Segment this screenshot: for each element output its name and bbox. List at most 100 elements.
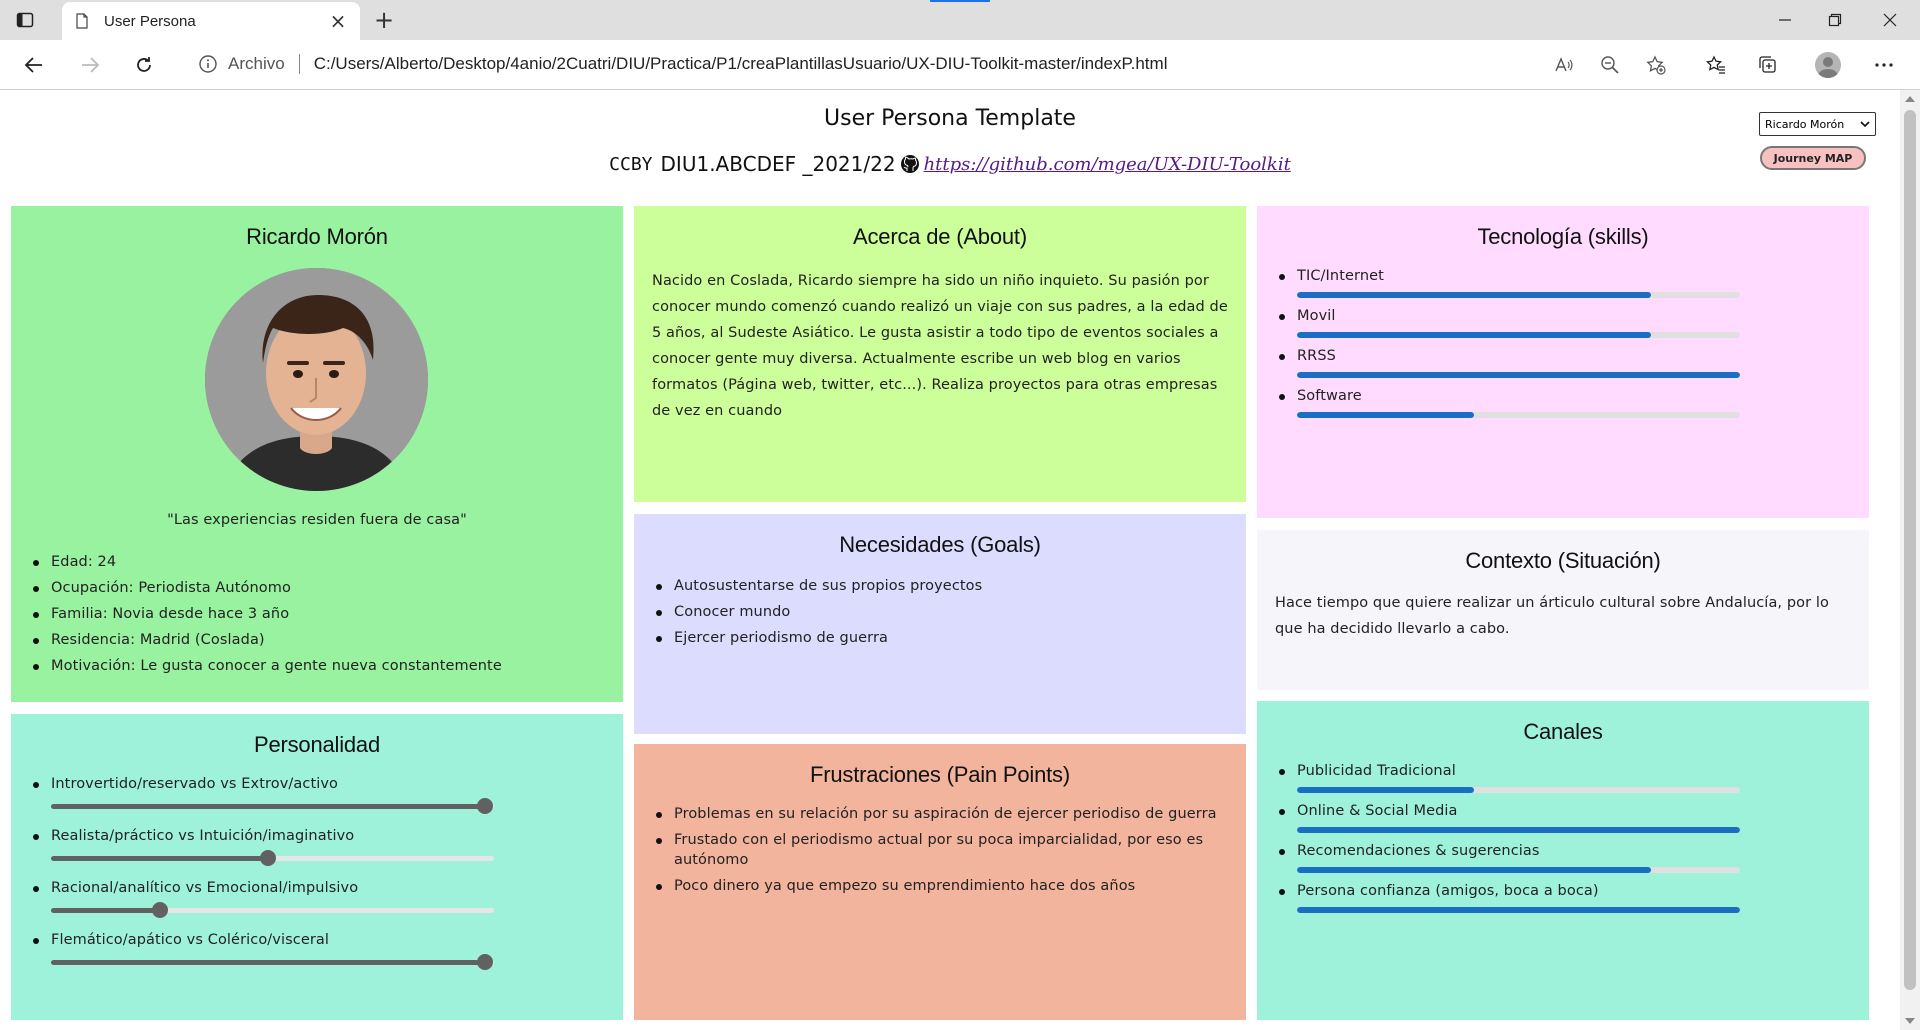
profile-detail-item: Ocupación: Periodista Autónomo — [23, 578, 613, 598]
skill-item-label: Software — [1297, 388, 1362, 404]
channel-item-label: Publicidad Tradicional — [1297, 763, 1456, 779]
persona-select[interactable]: Ricardo Morón — [1759, 112, 1876, 136]
skill-item-progress — [1297, 292, 1740, 298]
slider-thumb[interactable] — [151, 902, 168, 918]
goals-title: Necesidades (Goals) — [839, 532, 1041, 557]
more-menu-icon[interactable] — [1868, 49, 1900, 81]
skill-item: RRSS — [1269, 346, 1859, 378]
personality-list: Introvertido/reservado vs Extrov/activo R… — [23, 774, 613, 982]
channel-item-label: Online & Social Media — [1297, 803, 1458, 819]
skill-item-progress — [1297, 332, 1740, 338]
profile-details-list: Edad: 24 Ocupación: Periodista Autónomo Fa… — [23, 552, 613, 682]
course-label: DIU1.ABCDEF _2021/22 — [660, 152, 896, 176]
pain-point-item: Frustado con el periodismo actual por su… — [646, 830, 1226, 870]
skill-item: TIC/Internet — [1269, 266, 1859, 298]
goal-item: Ejercer periodismo de guerra — [646, 628, 1236, 648]
close-tab-icon[interactable]: × — [328, 9, 348, 33]
tab-title: User Persona — [104, 12, 196, 30]
personality-label: Racional/analítico vs Emocional/impulsiv… — [51, 880, 359, 896]
reload-icon[interactable] — [128, 49, 160, 81]
skill-item-progress — [1297, 412, 1740, 418]
favorites-icon[interactable] — [1700, 49, 1732, 81]
skills-card: Tecnología (skills) TIC/Internet Movil RRS… — [1257, 206, 1869, 518]
personality-label: Introvertido/reservado vs Extrov/activo — [51, 776, 339, 792]
channel-item-progress — [1297, 867, 1740, 873]
profile-detail-item: Residencia: Madrid (Coslada) — [23, 630, 613, 650]
slider-thumb[interactable] — [477, 798, 494, 814]
channel-item: Persona confianza (amigos, boca a boca) — [1269, 881, 1859, 913]
collections-icon[interactable] — [1752, 49, 1784, 81]
avatar-icon — [1815, 52, 1841, 78]
zoom-icon[interactable] — [1594, 49, 1626, 81]
skill-item-progress-fill — [1297, 292, 1652, 298]
goals-list: Autosustentarse de sus propios proyectos… — [646, 576, 1236, 654]
goals-card: Necesidades (Goals) Autosustentarse de s… — [634, 514, 1246, 734]
address-url[interactable]: C:/Users/Alberto/Desktop/4anio/2Cuatri/D… — [314, 54, 1168, 74]
journey-map-button[interactable]: Journey MAP — [1760, 146, 1866, 170]
skill-item-label: Movil — [1297, 308, 1336, 324]
persona-name: Ricardo Morón — [246, 224, 388, 249]
info-icon[interactable] — [198, 54, 218, 74]
page-content: User Persona Template CCBY DIU1.ABCDEF _… — [0, 90, 1900, 1030]
goal-item: Autosustentarse de sus propios proyectos — [646, 576, 1236, 596]
channel-item-label: Persona confianza (amigos, boca a boca) — [1297, 883, 1599, 899]
address-separator — [298, 54, 300, 74]
goal-item: Conocer mundo — [646, 602, 1236, 622]
context-text: Hace tiempo que quiere realizar un ártic… — [1275, 595, 1829, 637]
channel-item-progress-fill — [1297, 827, 1740, 833]
scroll-up-icon[interactable] — [1905, 96, 1915, 102]
personality-title: Personalidad — [253, 732, 381, 757]
page-scrollbar[interactable] — [1900, 90, 1920, 1030]
add-favorite-icon[interactable] — [1640, 49, 1672, 81]
personality-item: Introvertido/reservado vs Extrov/activo — [23, 774, 613, 814]
skill-item-progress-fill — [1297, 372, 1740, 378]
skill-item-progress-fill — [1297, 332, 1652, 338]
skill-item: Software — [1269, 386, 1859, 418]
slider-thumb[interactable] — [260, 850, 277, 866]
restore-icon[interactable] — [1810, 4, 1860, 36]
channel-item-progress-fill — [1297, 787, 1475, 793]
channels-list: Publicidad Tradicional Online & Social Me… — [1269, 761, 1859, 921]
scrollbar-thumb[interactable] — [1904, 110, 1916, 990]
personality-label: Flemático/apático vs Colérico/visceral — [51, 932, 330, 948]
skill-item-progress — [1297, 372, 1740, 378]
personality-slider[interactable] — [51, 902, 494, 918]
pain-point-item: Problemas en su relación por su aspiraci… — [646, 804, 1226, 824]
channel-item-progress-fill — [1297, 867, 1652, 873]
channel-item-progress-fill — [1297, 907, 1740, 913]
frustrations-card: Frustraciones (Pain Points) Problemas en… — [634, 744, 1246, 1020]
profile-detail-item: Motivación: Le gusta conocer a gente nue… — [23, 656, 613, 676]
close-window-icon[interactable] — [1865, 4, 1915, 36]
license-badge: CCBY — [609, 153, 653, 175]
persona-quote: "Las experiencias residen fuera de casa" — [167, 512, 467, 528]
personality-slider[interactable] — [51, 954, 494, 970]
skill-item-progress-fill — [1297, 412, 1475, 418]
channel-item: Recomendaciones & sugerencias — [1269, 841, 1859, 873]
personality-slider[interactable] — [51, 850, 494, 866]
skills-title: Tecnología (skills) — [1477, 224, 1649, 249]
address-scheme: Archivo — [228, 54, 285, 73]
profile-detail-item: Familia: Novia desde hace 3 año — [23, 604, 613, 624]
pain-point-item: Poco dinero ya que empezo su emprendimie… — [646, 876, 1226, 896]
frustrations-list: Problemas en su relación por su aspiraci… — [646, 804, 1226, 902]
scroll-down-icon[interactable] — [1905, 1018, 1915, 1024]
channel-item-progress — [1297, 827, 1740, 833]
channel-item: Publicidad Tradicional — [1269, 761, 1859, 793]
minimize-icon[interactable] — [1760, 4, 1810, 36]
new-tab-button[interactable]: + — [370, 6, 398, 34]
forward-icon[interactable] — [74, 49, 106, 81]
back-icon[interactable] — [18, 49, 50, 81]
browser-tab[interactable]: User Persona × — [62, 2, 360, 40]
browser-tab-strip: User Persona × + — [0, 0, 1920, 40]
personality-slider[interactable] — [51, 798, 494, 814]
repo-link[interactable]: https://github.com/mgea/UX-DIU-Toolkit — [924, 154, 1291, 175]
slider-thumb[interactable] — [477, 954, 494, 970]
channel-item-label: Recomendaciones & sugerencias — [1297, 843, 1540, 859]
read-aloud-icon[interactable] — [1548, 49, 1580, 81]
tab-actions-icon[interactable] — [14, 9, 36, 31]
slider-track-fill — [51, 804, 486, 809]
profile-avatar[interactable] — [1812, 49, 1844, 81]
personality-item: Realista/práctico vs Intuición/imaginati… — [23, 826, 613, 866]
address-bar[interactable]: Archivo C:/Users/Alberto/Desktop/4anio/2… — [180, 45, 1630, 83]
page-title: User Persona Template — [824, 106, 1076, 131]
